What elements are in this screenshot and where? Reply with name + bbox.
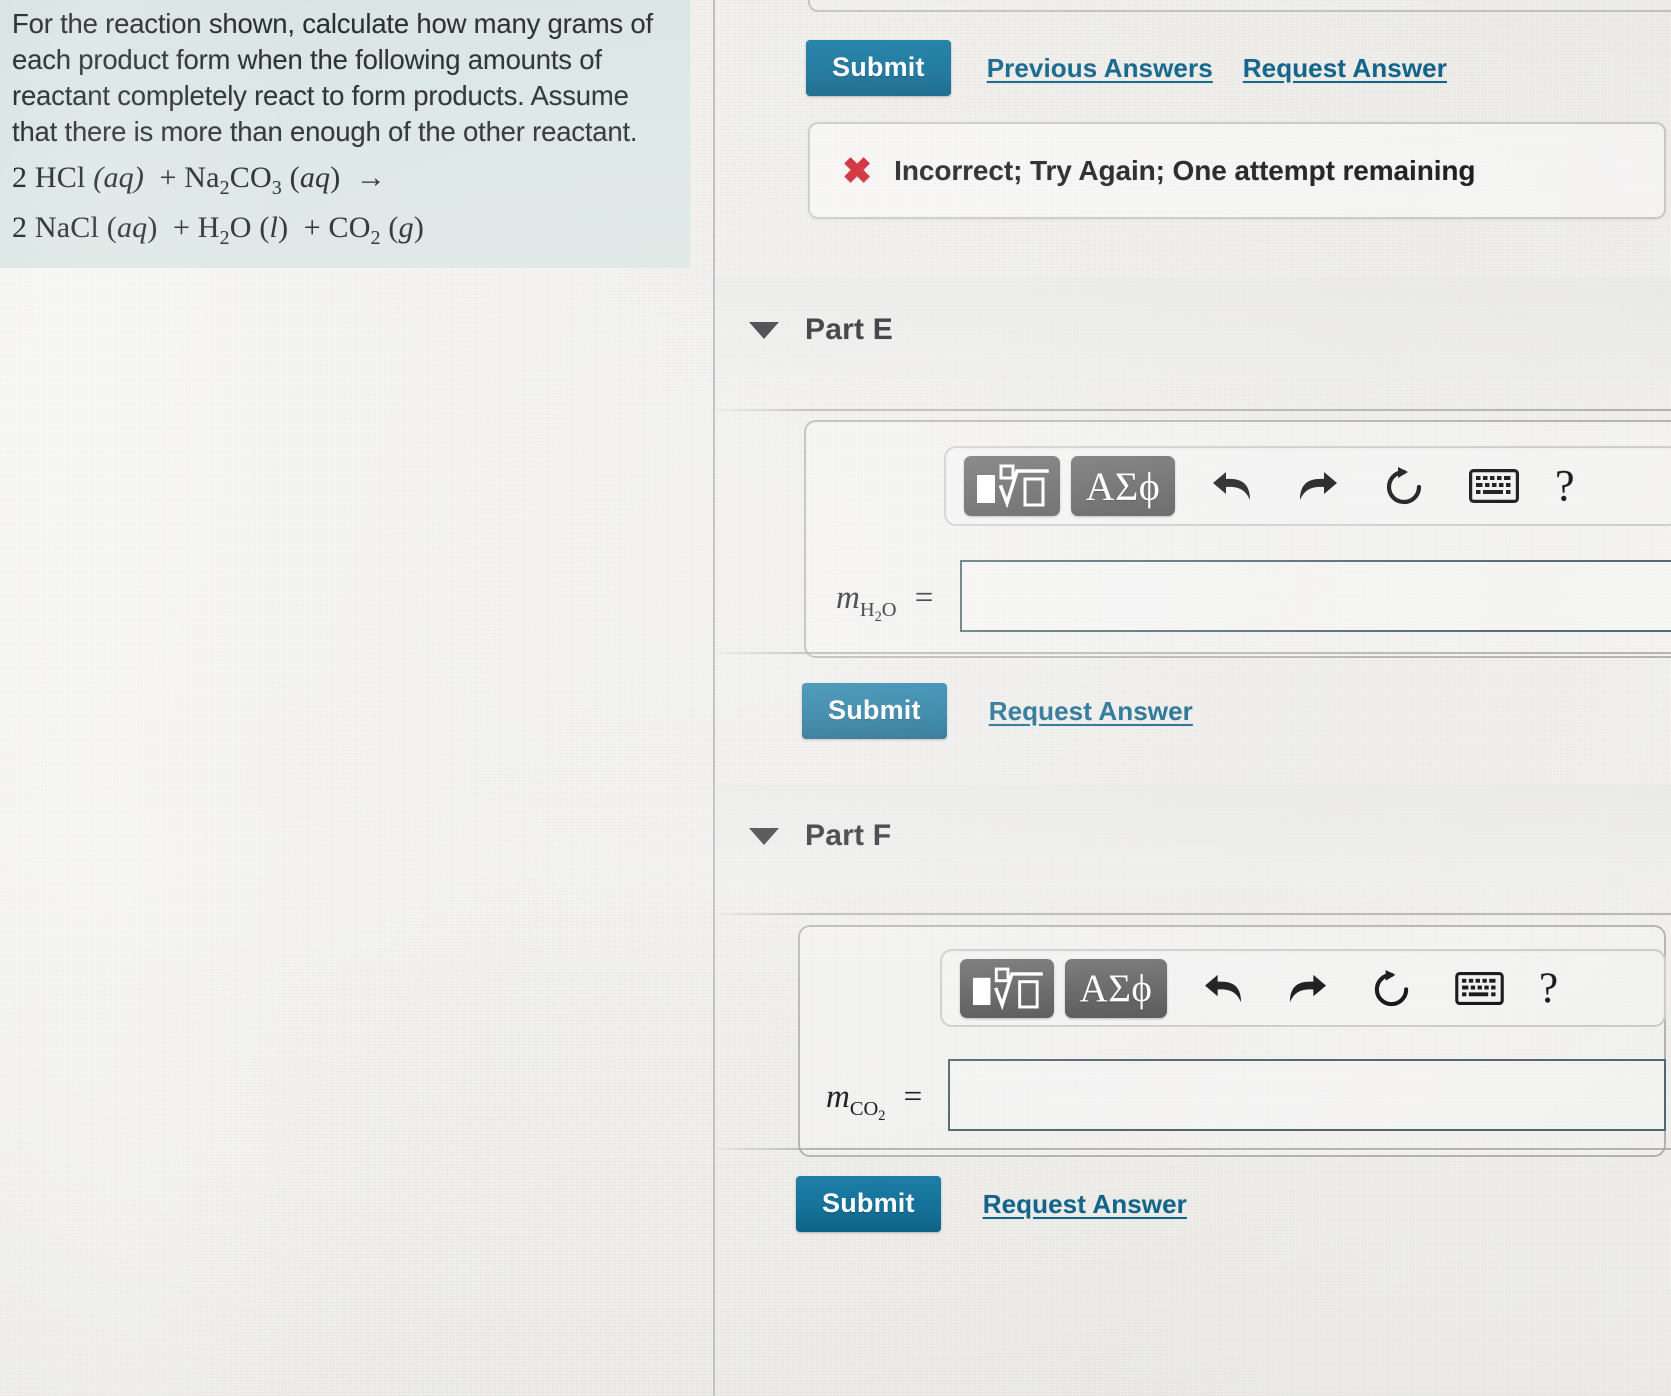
eq-nacl-state: (aq) bbox=[106, 211, 158, 245]
problem-card: For the reaction shown, calculate how ma… bbox=[0, 0, 690, 269]
help-icon-f[interactable]: ? bbox=[1539, 967, 1558, 1010]
part-header-e[interactable]: Part E bbox=[716, 278, 1671, 382]
submit-button-top[interactable]: Submit bbox=[806, 40, 951, 96]
problem-pane: For the reaction shown, calculate how ma… bbox=[0, 0, 714, 1396]
eq-coeff-hcl: 2 bbox=[12, 161, 28, 195]
eq-nacl: NaCl bbox=[34, 211, 100, 245]
eq-arrow: → bbox=[355, 161, 387, 195]
part-title-e: Part E bbox=[805, 313, 893, 346]
part-f-action-row: Submit Request Answer bbox=[796, 1176, 1187, 1232]
pane-divider bbox=[713, 0, 715, 1396]
previous-part-panel-bottom bbox=[808, 0, 1671, 12]
eq-h2o: H2O bbox=[197, 211, 252, 250]
feedback-alert: ✖ Incorrect; Try Again; One attempt rema… bbox=[808, 122, 1666, 219]
keyboard-icon-e[interactable] bbox=[1459, 456, 1529, 516]
variable-equals-f: = bbox=[903, 1079, 923, 1115]
variable-m-e: m bbox=[836, 580, 860, 616]
answer-panel-e: ΑΣϕ ? mH2O = bbox=[804, 420, 1671, 658]
redo-icon-f[interactable] bbox=[1277, 959, 1337, 1018]
reaction-equation-line2: 2 NaCl (aq) + H2O (l) + CO2 (g) bbox=[12, 211, 425, 250]
rule-above-panel-f bbox=[716, 913, 1671, 915]
eq-hcl: HCl bbox=[34, 161, 86, 195]
part-e-action-row: Submit Request Answer bbox=[802, 683, 1193, 739]
caret-down-icon-f[interactable] bbox=[749, 827, 779, 845]
assignment-pane: Submit Previous Answers Request Answer ✖… bbox=[716, 0, 1671, 1396]
part-header-f[interactable]: Part F bbox=[716, 784, 1671, 888]
math-toolbar-e: ΑΣϕ ? bbox=[944, 446, 1671, 526]
variable-subscript-f: CO2 bbox=[849, 1097, 886, 1124]
eq-na2co3: Na2CO3 bbox=[184, 161, 282, 200]
screenshot-page: For the reaction shown, calculate how ma… bbox=[0, 0, 1671, 1396]
variable-subscript-e: H2O bbox=[859, 598, 897, 625]
answer-input-f[interactable] bbox=[948, 1059, 1666, 1131]
previous-answers-link[interactable]: Previous Answers bbox=[987, 53, 1213, 84]
top-action-row: Submit Previous Answers Request Answer bbox=[806, 40, 1447, 96]
eq-h2o-state: (l) bbox=[259, 211, 289, 245]
problem-prompt: For the reaction shown, calculate how ma… bbox=[12, 8, 653, 148]
eq-na2co3-state: (aq) bbox=[289, 161, 341, 195]
redo-icon-e[interactable] bbox=[1287, 456, 1349, 516]
feedback-message: Incorrect; Try Again; One attempt remain… bbox=[894, 154, 1476, 186]
math-toolbar-f: ΑΣϕ ? bbox=[940, 949, 1666, 1027]
rule-above-panel-e bbox=[716, 409, 1671, 411]
answer-input-e[interactable] bbox=[960, 560, 1671, 632]
rule-below-panel-f bbox=[716, 1148, 1671, 1150]
greek-symbols-icon-e[interactable]: ΑΣϕ bbox=[1071, 456, 1175, 516]
request-answer-link-f[interactable]: Request Answer bbox=[983, 1189, 1187, 1220]
eq-coeff-nacl: 2 bbox=[12, 211, 28, 245]
part-title-f: Part F bbox=[805, 819, 892, 852]
variable-m-f: m bbox=[826, 1079, 850, 1115]
variable-equals-e: = bbox=[914, 580, 934, 616]
rule-below-panel-e bbox=[716, 652, 1671, 654]
reaction-equation-line1: 2 HCl (aq) + Na2CO3 (aq) → bbox=[12, 161, 387, 200]
submit-button-e[interactable]: Submit bbox=[802, 683, 947, 739]
eq-hcl-state: (aq) bbox=[93, 161, 145, 195]
submit-button-f[interactable]: Submit bbox=[796, 1176, 941, 1232]
reset-icon-e[interactable] bbox=[1373, 456, 1435, 516]
undo-icon-f[interactable] bbox=[1193, 959, 1253, 1018]
keyboard-icon-f[interactable] bbox=[1445, 959, 1513, 1018]
help-icon-e[interactable]: ? bbox=[1555, 464, 1575, 508]
answer-panel-f: ΑΣϕ ? mCO2 = bbox=[798, 925, 1666, 1157]
eq-co2: CO2 bbox=[328, 211, 381, 250]
undo-icon-e[interactable] bbox=[1201, 456, 1263, 516]
x-mark-icon: ✖ bbox=[842, 149, 873, 191]
greek-symbols-icon-f[interactable]: ΑΣϕ bbox=[1065, 958, 1167, 1018]
variable-label-e: mH2O = bbox=[836, 580, 933, 626]
caret-down-icon-e[interactable] bbox=[749, 321, 779, 339]
variable-label-f: mCO2 = bbox=[826, 1079, 922, 1125]
eq-co2-state: (g) bbox=[388, 211, 425, 245]
sqrt-template-icon-e[interactable] bbox=[964, 456, 1060, 516]
request-answer-link-e[interactable]: Request Answer bbox=[989, 696, 1193, 727]
sqrt-template-icon-f[interactable] bbox=[960, 958, 1054, 1018]
request-answer-link-top[interactable]: Request Answer bbox=[1243, 53, 1447, 84]
reset-icon-f[interactable] bbox=[1361, 959, 1421, 1018]
